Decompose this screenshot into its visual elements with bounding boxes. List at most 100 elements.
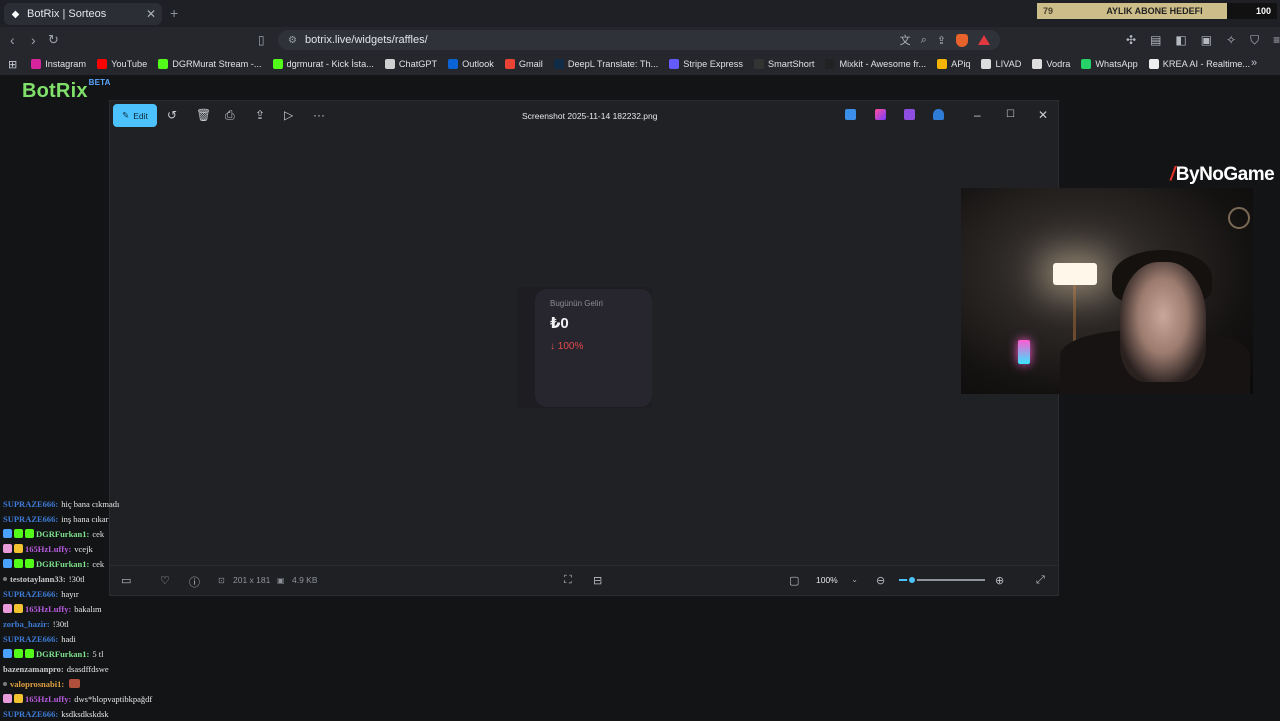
card-change: ↓ 100% (550, 341, 584, 352)
chat-text: inş bana cıkar (61, 513, 109, 524)
brave-shield-icon[interactable] (956, 33, 968, 47)
chat-message: SUPRAZE666: ksdksdkskdsk (3, 706, 243, 721)
card-title: Bugünün Geliri (550, 299, 603, 308)
clipchamp-app-icon[interactable] (904, 109, 915, 120)
chat-message: SUPRAZE666: hayır (3, 586, 243, 601)
bookmark-label: SmartShort (767, 59, 815, 69)
bookmark-item[interactable]: Stripe Express (669, 59, 743, 69)
copilot-app-icon[interactable] (875, 109, 886, 120)
back-icon[interactable]: ‹ (10, 32, 15, 48)
chat-message: testotaylann33: !30tl (3, 571, 243, 586)
zoom-dropdown[interactable]: 100% ⌄ (810, 570, 864, 589)
bookmark-item[interactable]: SmartShort (753, 59, 815, 69)
bookmark-item[interactable]: Mixkit - Awesome fr... (825, 59, 926, 69)
chat-message: DGRFurkan1: cek (3, 556, 243, 571)
chat-text: !30tl (52, 618, 69, 629)
onedrive-icon[interactable] (933, 109, 944, 120)
rotate-icon[interactable]: ↺ (167, 108, 177, 122)
bookmark-item[interactable]: APiq (937, 59, 970, 69)
bookmark-item[interactable]: Outlook (448, 59, 494, 69)
bookmark-favicon-icon (1032, 59, 1043, 69)
sidebar-icon[interactable]: ◧ (1175, 33, 1186, 48)
brand-text: ByNoGame (1175, 164, 1275, 185)
bookmark-item[interactable]: ChatGPT (384, 59, 438, 69)
url-text[interactable]: botrix.live/widgets/raffles/ (305, 34, 428, 46)
chat-dot-icon (3, 576, 7, 581)
delete-icon[interactable]: 🗑 (196, 108, 211, 122)
chat-text: hayır (61, 588, 79, 599)
browser-tab[interactable]: ◆ BotRix | Sorteos ✕ (4, 3, 162, 25)
brave-rewards-icon[interactable] (978, 35, 990, 45)
zoom-in-icon[interactable]: ⊕ (995, 574, 1004, 587)
extensions-icon[interactable]: ✣ (1126, 33, 1136, 48)
designer-app-icon[interactable] (845, 109, 856, 120)
vpn-shield-icon[interactable]: ⛉ (1250, 33, 1259, 48)
reload-icon[interactable]: ↻ (48, 32, 59, 48)
bookmark-item[interactable]: Vodra (1032, 59, 1070, 69)
edit-button[interactable]: ✎ Edit (113, 104, 157, 127)
wallet-icon[interactable]: ▣ (1201, 33, 1212, 48)
chat-badge-icon (3, 529, 12, 538)
chat-dot-icon (3, 681, 7, 686)
bookmark-favicon-icon (504, 59, 515, 69)
leo-ai-icon[interactable]: ✧ (1226, 33, 1236, 48)
bookmark-item[interactable]: WhatsApp (1081, 59, 1138, 69)
maximize-icon[interactable]: ☐ (1006, 109, 1015, 120)
zoom-slider-thumb[interactable] (906, 575, 917, 585)
print-icon[interactable]: ⎙ (225, 108, 235, 123)
close-tab-icon[interactable]: ✕ (146, 7, 156, 21)
bookmark-favicon-icon (1081, 59, 1092, 69)
chat-username: 165HzLuffy: (25, 543, 72, 554)
bookmark-label: ChatGPT (398, 59, 438, 69)
chat-text: ksdksdkskdsk (61, 708, 109, 719)
bookmark-item[interactable]: Gmail (504, 59, 543, 69)
close-window-icon[interactable]: ✕ (1038, 108, 1048, 122)
apps-grid-icon[interactable]: ⊞ (8, 58, 17, 71)
bookmark-label: YouTube (111, 59, 148, 69)
text-scan-icon[interactable]: ⊟ (593, 574, 602, 587)
chat-text: 5 tl (92, 648, 104, 659)
address-bar[interactable]: ⚙ botrix.live/widgets/raffles/ 文 ⌕ ⇪ (278, 30, 1000, 50)
chat-text: hadi (61, 633, 76, 644)
bookmark-item[interactable]: DGRMurat Stream -... (158, 59, 262, 69)
bookmark-item[interactable]: YouTube (97, 59, 147, 69)
slideshow-icon[interactable]: ▷ (284, 108, 293, 122)
zoom-out-icon[interactable]: ⊖ (876, 574, 885, 587)
bookmark-icon[interactable]: ▯ (258, 33, 265, 47)
bookmark-favicon-icon (97, 59, 108, 69)
chevron-down-icon: ⌄ (851, 575, 858, 584)
chat-badge-icon (14, 559, 23, 568)
bookmark-favicon-icon (384, 59, 395, 69)
bookmark-favicon-icon (669, 59, 680, 69)
botrix-logo[interactable]: BotRixBETA (22, 78, 111, 103)
chat-message: valoprosnabi1: (3, 676, 243, 691)
translate-icon[interactable]: 文 (900, 32, 911, 48)
bookmark-item[interactable]: KREA AI - Realtime... (1148, 59, 1250, 69)
fit-to-window-icon[interactable]: ▢ (789, 574, 799, 587)
fullscreen-icon[interactable]: ⤢ (1036, 574, 1045, 587)
site-info-icon[interactable]: ⚙ (288, 35, 297, 46)
chat-username: testotaylann33: (10, 573, 66, 584)
bookmark-favicon-icon (272, 59, 283, 69)
reading-list-icon[interactable]: ▤ (1150, 33, 1161, 48)
chat-text: cek (92, 528, 105, 539)
bookmark-item[interactable]: Instagram (31, 59, 86, 69)
visual-search-icon[interactable]: ⛶ (564, 574, 572, 587)
share-icon[interactable]: ⇪ (937, 34, 946, 47)
share-image-icon[interactable]: ⇪ (255, 108, 265, 122)
chat-badge-icon (3, 694, 12, 703)
bookmarks-overflow-icon[interactable]: » (1251, 57, 1257, 69)
bookmark-item[interactable]: dgrmurat - Kick İsta... (272, 59, 374, 69)
minimize-icon[interactable]: – (974, 108, 981, 122)
chat-username: SUPRAZE666: (3, 708, 59, 719)
menu-icon[interactable]: ≡ (1273, 33, 1280, 48)
logo-text: BotRix (22, 80, 88, 102)
bookmark-item[interactable]: DeepL Translate: Th... (553, 59, 658, 69)
zoom-icon[interactable]: ⌕ (921, 34, 927, 47)
bookmark-item[interactable]: LIVAD (981, 59, 1021, 69)
chat-username: DGRFurkan1: (36, 528, 90, 539)
more-options-icon[interactable]: ··· (313, 108, 325, 122)
new-tab-button[interactable]: + (170, 5, 178, 21)
forward-icon[interactable]: › (31, 32, 36, 48)
image-file-size: 4.9 KB (292, 575, 318, 585)
